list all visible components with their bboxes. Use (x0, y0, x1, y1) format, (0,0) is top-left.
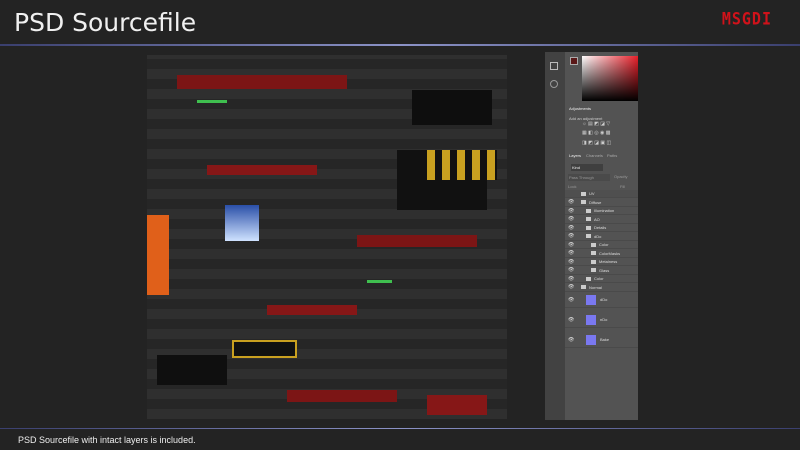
layer-row[interactable]: 👁 Details (565, 224, 638, 232)
blend-mode-select[interactable]: Pass Through (568, 174, 610, 181)
texture-red-panel (287, 390, 397, 402)
panel-toolstrip (545, 52, 565, 420)
folder-icon (586, 276, 591, 281)
opacity-label: Opacity (614, 174, 628, 179)
layer-name: Illumination (594, 208, 615, 213)
bottom-divider (0, 428, 800, 429)
layer-name: nDo (600, 317, 608, 322)
texture-yellow-slots (427, 150, 497, 180)
folder-icon (581, 191, 586, 196)
layer-row[interactable]: 👁 Normal (565, 284, 638, 292)
texture-red-panel (177, 75, 347, 89)
texture-yellow-frame (232, 340, 297, 358)
layer-name: Color (594, 276, 604, 281)
folder-icon (591, 251, 596, 255)
layer-row[interactable]: 👁 Color (565, 275, 638, 283)
visibility-eye-icon[interactable]: 👁 (568, 317, 576, 323)
texture-green-light (197, 100, 227, 103)
visibility-eye-icon[interactable]: 👁 (568, 267, 576, 273)
layer-name: Metalness (599, 259, 618, 264)
visibility-eye-icon[interactable]: 👁 (568, 233, 576, 239)
folder-icon (591, 242, 596, 247)
folder-icon (581, 200, 586, 204)
layer-name: Details (594, 225, 607, 230)
visibility-eye-icon[interactable]: 👁 (568, 208, 576, 214)
visibility-eye-icon[interactable]: 👁 (568, 259, 576, 265)
texture-red-panel (207, 165, 317, 175)
adjustments-tab[interactable]: Adjustments (569, 106, 591, 111)
msgdi-logo: MSGDI (721, 9, 772, 29)
layer-row[interactable]: 👁 AO (565, 216, 638, 224)
layer-name: UV (589, 191, 595, 196)
layer-row[interactable]: 👁 Color (565, 241, 638, 249)
tab-channels[interactable]: Channels (586, 153, 603, 158)
layer-name: Color (599, 242, 609, 247)
adjustment-icons-row[interactable]: ◨ ◩ ◪ ▣ ◫ (582, 140, 634, 146)
adjustment-icons-row[interactable]: ▦ ◧ ◎ ◉ ▩ (582, 130, 634, 136)
fill-label: Fill (620, 184, 626, 189)
layer-row[interactable]: 👁 dDo (565, 292, 638, 308)
layer-name: dDo (600, 297, 608, 302)
layer-row[interactable]: 👁 ColorMasks (565, 250, 638, 258)
visibility-eye-icon[interactable]: 👁 (568, 250, 576, 256)
folder-icon (591, 259, 596, 264)
layer-name: Bake (600, 337, 610, 342)
texture-green-light (367, 280, 392, 283)
tab-paths[interactable]: Paths (607, 153, 617, 158)
visibility-eye-icon[interactable]: 👁 (568, 337, 576, 343)
layer-row[interactable]: 👁 dDo (565, 233, 638, 241)
folder-icon (586, 208, 591, 213)
texture-dark-block (412, 90, 492, 125)
visibility-eye-icon[interactable]: 👁 (568, 276, 576, 282)
layer-name: ColorMasks (599, 250, 621, 256)
layer-row[interactable]: 👁 Diffuse (565, 199, 638, 207)
top-divider (0, 44, 800, 46)
layer-filter-select[interactable]: Kind (571, 164, 603, 171)
visibility-eye-icon[interactable]: 👁 (568, 284, 576, 290)
texture-blue-glow (225, 205, 259, 241)
lock-label: Lock (568, 184, 577, 189)
caption-text: PSD Sourcefile with intact layers is inc… (18, 435, 196, 445)
layer-thumbnail (586, 314, 596, 325)
layer-row[interactable]: 👁 nDo (565, 312, 638, 328)
tab-layers[interactable]: Layers (569, 153, 581, 158)
layer-thumbnail (586, 334, 596, 345)
texture-preview (147, 55, 507, 419)
layer-name: Diffuse (589, 199, 602, 205)
page-title: PSD Sourcefile (14, 8, 197, 37)
texture-orange-glow (147, 215, 169, 295)
layer-name: AO (594, 216, 600, 222)
layer-name: Glass (599, 267, 610, 273)
color-picker-field[interactable] (582, 56, 638, 101)
visibility-eye-icon[interactable]: 👁 (568, 216, 576, 222)
visibility-eye-icon[interactable]: 👁 (568, 225, 576, 231)
layer-row[interactable]: 👁 Illumination (565, 207, 638, 215)
color-swatch[interactable] (570, 57, 578, 65)
adjustment-icons-row[interactable]: ☼ ▤ ◩ ◪ ▽ (582, 121, 634, 127)
texture-red-panel (427, 395, 487, 415)
visibility-eye-icon[interactable]: 👁 (568, 242, 576, 248)
visibility-eye-icon[interactable]: 👁 (568, 297, 576, 303)
visibility-eye-icon[interactable]: 👁 (568, 199, 576, 205)
layer-thumbnail (586, 294, 596, 305)
folder-icon (586, 217, 591, 221)
folder-icon (586, 234, 591, 238)
layer-row[interactable]: 👁 Bake (565, 332, 638, 348)
layer-row[interactable]: UV (565, 190, 638, 198)
texture-red-panel (357, 235, 477, 247)
texture-red-panel (267, 305, 357, 315)
layer-name: Normal (589, 284, 602, 290)
folder-icon (591, 268, 596, 272)
libraries-icon[interactable] (550, 80, 558, 88)
layer-name: dDo (594, 233, 602, 239)
layer-row[interactable]: 👁 Metalness (565, 258, 638, 266)
folder-icon (581, 285, 586, 289)
layer-row[interactable]: 👁 Glass (565, 267, 638, 275)
folder-icon (586, 225, 591, 230)
properties-icon[interactable] (550, 62, 558, 70)
texture-dark-block (157, 355, 227, 385)
